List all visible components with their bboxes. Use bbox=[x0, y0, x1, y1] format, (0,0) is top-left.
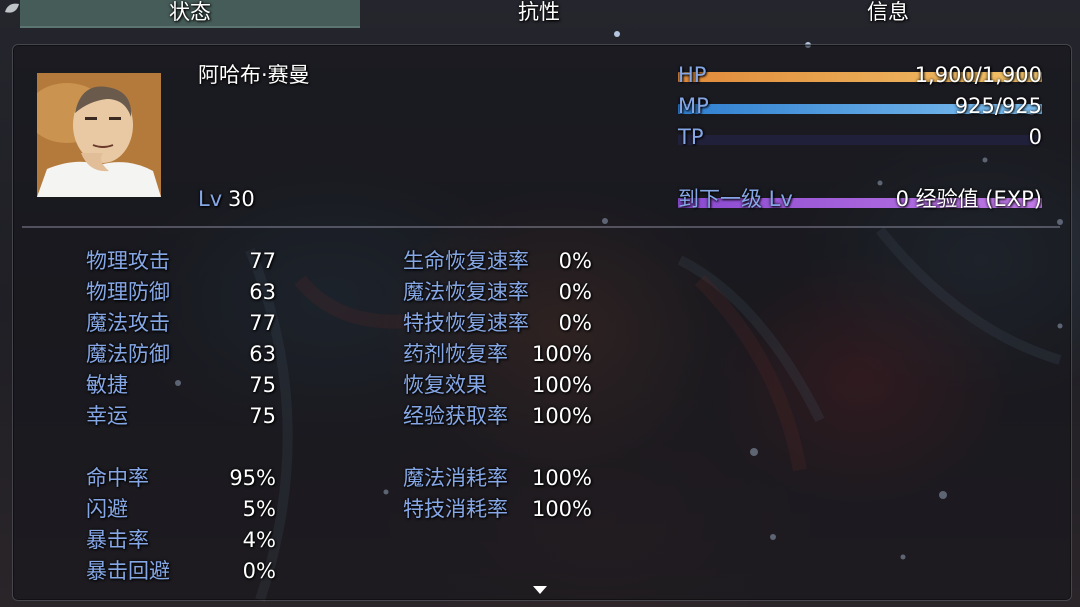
xparam-label: 暴击回避 bbox=[86, 559, 170, 583]
cost-label: 特技消耗率 bbox=[403, 497, 508, 521]
sparam-label: 药剂恢复率 bbox=[403, 342, 508, 366]
actor-name: 阿哈布·赛曼 bbox=[198, 63, 310, 87]
param-label: 魔法攻击 bbox=[86, 311, 170, 335]
cost-value: 100% bbox=[531, 497, 592, 521]
cost-value: 100% bbox=[531, 466, 592, 490]
xparam-value: 0% bbox=[242, 559, 276, 583]
param-value: 77 bbox=[249, 249, 276, 273]
param-value: 75 bbox=[249, 404, 276, 428]
tab-info[interactable]: 信息 bbox=[718, 0, 1058, 26]
mp-value: 925/925 bbox=[954, 94, 1042, 118]
exp-value: 0 经验值 (EXP) bbox=[895, 187, 1042, 211]
xparam-value: 5% bbox=[242, 497, 276, 521]
hp-value: 1,900/1,900 bbox=[914, 63, 1042, 87]
param-label: 物理攻击 bbox=[86, 249, 170, 273]
section-divider bbox=[22, 226, 1060, 228]
param-value: 75 bbox=[249, 373, 276, 397]
exp-label: 到下一级 Lv bbox=[678, 187, 793, 211]
param-label: 魔法防御 bbox=[86, 342, 170, 366]
tab-bar: 状态 抗性 信息 bbox=[0, 0, 1080, 28]
sparam-label: 特技恢复速率 bbox=[403, 311, 529, 335]
xparam-value: 95% bbox=[229, 466, 276, 490]
sparam-value: 0% bbox=[558, 249, 592, 273]
tab-status[interactable]: 状态 bbox=[20, 0, 360, 28]
sparam-value: 0% bbox=[558, 311, 592, 335]
xparam-label: 闪避 bbox=[86, 497, 128, 521]
level-value: 30 bbox=[228, 187, 255, 211]
scroll-down-arrow-icon[interactable] bbox=[533, 586, 547, 594]
sparam-label: 经验获取率 bbox=[403, 404, 508, 428]
gear-leaf-icon bbox=[2, 0, 22, 20]
param-value: 77 bbox=[249, 311, 276, 335]
mp-label: MP bbox=[678, 94, 709, 118]
xparam-label: 命中率 bbox=[86, 466, 149, 490]
actor-portrait bbox=[37, 73, 161, 197]
tp-label: TP bbox=[678, 125, 704, 149]
tab-resistance[interactable]: 抗性 bbox=[369, 0, 709, 26]
tp-value: 0 bbox=[1028, 125, 1042, 149]
sparam-value: 100% bbox=[531, 404, 592, 428]
level-label: Lv bbox=[198, 187, 223, 211]
xparam-label: 暴击率 bbox=[86, 528, 149, 552]
sparam-value: 0% bbox=[558, 280, 592, 304]
sparam-label: 生命恢复速率 bbox=[403, 249, 529, 273]
sparam-value: 100% bbox=[531, 373, 592, 397]
cost-label: 魔法消耗率 bbox=[403, 466, 508, 490]
hp-label: HP bbox=[678, 63, 707, 87]
param-label: 物理防御 bbox=[86, 280, 170, 304]
xparam-value: 4% bbox=[242, 528, 276, 552]
param-value: 63 bbox=[249, 280, 276, 304]
param-label: 幸运 bbox=[86, 404, 128, 428]
sparam-value: 100% bbox=[531, 342, 592, 366]
param-value: 63 bbox=[249, 342, 276, 366]
sparam-label: 恢复效果 bbox=[403, 373, 487, 397]
sparam-label: 魔法恢复速率 bbox=[403, 280, 529, 304]
param-label: 敏捷 bbox=[86, 373, 128, 397]
